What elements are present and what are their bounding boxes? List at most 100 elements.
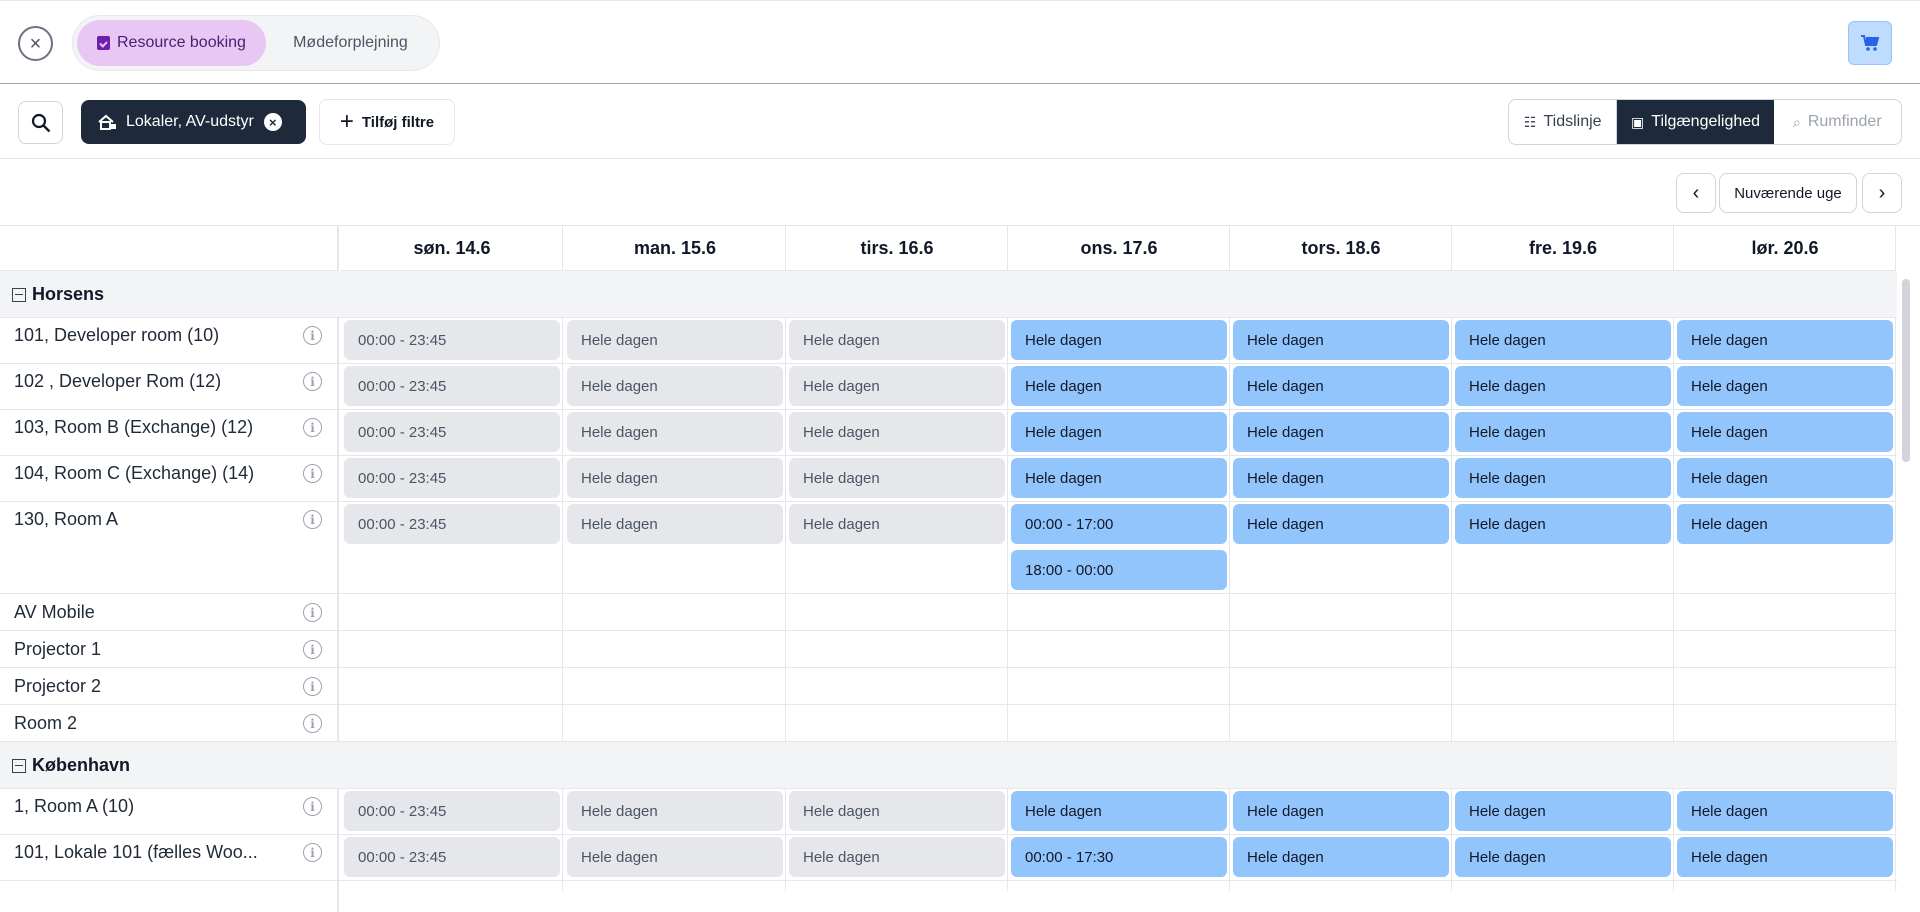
view-room-finder[interactable]: ⌕ Rumfinder — [1774, 100, 1901, 144]
availability-slot[interactable]: Hele dagen — [1233, 412, 1449, 452]
availability-grid: søn. 14.6 man. 15.6 tirs. 16.6 ons. 17.6 tor… — [0, 225, 1920, 912]
availability-slot[interactable]: Hele dagen — [1455, 791, 1671, 831]
info-icon[interactable]: i — [303, 797, 322, 816]
info-icon[interactable]: i — [303, 510, 322, 529]
add-filter-button[interactable]: + Tilføj filtre — [319, 99, 455, 145]
day-header: lør. 20.6 — [1674, 226, 1896, 271]
info-icon[interactable]: i — [303, 714, 322, 733]
availability-slot[interactable]: Hele dagen — [789, 458, 1005, 498]
availability-slot[interactable]: Hele dagen — [567, 412, 783, 452]
resource-name[interactable]: 1, Room A (10) — [14, 796, 134, 817]
availability-slot[interactable]: Hele dagen — [1011, 458, 1227, 498]
availability-slot[interactable]: Hele dagen — [1455, 320, 1671, 360]
availability-slot[interactable]: Hele dagen — [1455, 366, 1671, 406]
info-icon[interactable]: i — [303, 843, 322, 862]
info-icon[interactable]: i — [303, 326, 322, 345]
availability-slot[interactable]: Hele dagen — [1455, 412, 1671, 452]
availability-slot[interactable]: Hele dagen — [1677, 412, 1893, 452]
availability-slot[interactable]: Hele dagen — [1677, 366, 1893, 406]
cart-button[interactable] — [1848, 21, 1892, 65]
remove-filter-icon[interactable]: × — [263, 113, 282, 131]
resource-name[interactable]: 103, Room B (Exchange) (12) — [14, 417, 253, 438]
group-toggle[interactable]: København — [12, 755, 130, 776]
vertical-scrollbar[interactable] — [1902, 279, 1910, 462]
resource-name[interactable]: 104, Room C (Exchange) (14) — [14, 463, 254, 484]
resource-name[interactable]: Room 2 — [14, 713, 77, 734]
close-button[interactable]: × — [18, 26, 53, 61]
availability-slot[interactable]: Hele dagen — [567, 366, 783, 406]
previous-week-button[interactable]: ‹ — [1676, 173, 1716, 213]
availability-slot[interactable]: Hele dagen — [1677, 458, 1893, 498]
availability-slot[interactable]: Hele dagen — [1677, 320, 1893, 360]
availability-slot[interactable]: 00:00 - 23:45 — [344, 366, 560, 406]
resource-name[interactable]: AV Mobile — [14, 602, 95, 623]
availability-slot[interactable]: 18:00 - 00:00 — [1011, 550, 1227, 590]
current-week-button[interactable]: Nuværende uge — [1719, 173, 1857, 213]
group-toggle[interactable]: Horsens — [12, 284, 104, 305]
info-icon[interactable]: i — [303, 464, 322, 483]
availability-slot[interactable]: Hele dagen — [1455, 837, 1671, 877]
availability-slot[interactable]: Hele dagen — [1455, 458, 1671, 498]
filter-chip[interactable]: Lokaler, AV-udstyr × — [81, 100, 306, 144]
info-icon[interactable]: i — [303, 677, 322, 696]
availability-slot[interactable]: 00:00 - 23:45 — [344, 458, 560, 498]
availability-slot[interactable]: Hele dagen — [1233, 366, 1449, 406]
availability-slot[interactable]: Hele dagen — [789, 366, 1005, 406]
info-icon[interactable]: i — [303, 603, 322, 622]
collapse-icon[interactable] — [12, 287, 26, 302]
availability-slot[interactable]: Hele dagen — [567, 320, 783, 360]
availability-slot[interactable]: 00:00 - 17:00 — [1011, 504, 1227, 544]
availability-slot[interactable]: Hele dagen — [1011, 320, 1227, 360]
resource-name[interactable]: 101, Developer room (10) — [14, 325, 219, 346]
availability-slot[interactable]: Hele dagen — [567, 791, 783, 831]
availability-slot[interactable]: 00:00 - 23:45 — [344, 320, 560, 360]
availability-slot[interactable]: Hele dagen — [1233, 504, 1449, 544]
calendar-check-icon — [96, 36, 110, 50]
group-name: København — [32, 755, 131, 775]
availability-slot[interactable]: Hele dagen — [567, 504, 783, 544]
info-icon[interactable]: i — [303, 640, 322, 659]
resource-name[interactable]: 101, Lokale 101 (fælles Woo... — [14, 842, 258, 863]
resource-name[interactable]: 130, Room A — [14, 509, 118, 530]
resource-name[interactable]: Projector 1 — [14, 639, 101, 660]
availability-slot[interactable]: Hele dagen — [789, 412, 1005, 452]
availability-slot[interactable]: Hele dagen — [1677, 504, 1893, 544]
resource-name[interactable]: Projector 2 — [14, 676, 101, 697]
tab-resource-booking[interactable]: Resource booking — [77, 20, 266, 66]
availability-slot[interactable]: 00:00 - 17:30 — [1011, 837, 1227, 877]
availability-slot[interactable]: Hele dagen — [567, 837, 783, 877]
day-header: tors. 18.6 — [1230, 226, 1452, 271]
view-availability[interactable]: ▣ Tilgængelighed — [1617, 100, 1774, 144]
availability-slot[interactable]: Hele dagen — [1677, 837, 1893, 877]
availability-slot[interactable]: Hele dagen — [1233, 791, 1449, 831]
availability-slot[interactable]: Hele dagen — [789, 791, 1005, 831]
collapse-icon[interactable] — [12, 758, 26, 773]
availability-slot[interactable]: Hele dagen — [789, 320, 1005, 360]
availability-slot[interactable]: Hele dagen — [1233, 320, 1449, 360]
availability-slot[interactable]: Hele dagen — [1233, 837, 1449, 877]
availability-slot[interactable]: 00:00 - 23:45 — [344, 791, 560, 831]
availability-slot[interactable]: Hele dagen — [789, 837, 1005, 877]
availability-slot[interactable]: Hele dagen — [1677, 791, 1893, 831]
availability-slot[interactable]: Hele dagen — [1233, 458, 1449, 498]
next-week-button[interactable]: › — [1862, 173, 1902, 213]
resource-name[interactable]: 102 , Developer Rom (12) — [14, 371, 221, 392]
tab-modeforplejning[interactable]: Mødeforplejning — [266, 20, 435, 66]
search-button[interactable] — [18, 101, 63, 144]
availability-slot[interactable]: Hele dagen — [567, 458, 783, 498]
group-row: Horsens — [0, 271, 1897, 318]
top-header: × Resource booking Mødeforplejning — [0, 0, 1920, 84]
availability-slot[interactable]: 00:00 - 23:45 — [344, 412, 560, 452]
chevron-right-icon: › — [1878, 181, 1886, 204]
availability-slot[interactable]: 00:00 - 23:45 — [344, 504, 560, 544]
current-week-label: Nuværende uge — [1734, 184, 1842, 202]
info-icon[interactable]: i — [303, 372, 322, 391]
info-icon[interactable]: i — [303, 418, 322, 437]
availability-slot[interactable]: Hele dagen — [1455, 504, 1671, 544]
availability-slot[interactable]: 00:00 - 23:45 — [344, 837, 560, 877]
availability-slot[interactable]: Hele dagen — [1011, 412, 1227, 452]
availability-slot[interactable]: Hele dagen — [1011, 791, 1227, 831]
availability-slot[interactable]: Hele dagen — [1011, 366, 1227, 406]
view-timeline[interactable]: ☷ Tidslinje — [1509, 100, 1618, 144]
availability-slot[interactable]: Hele dagen — [789, 504, 1005, 544]
